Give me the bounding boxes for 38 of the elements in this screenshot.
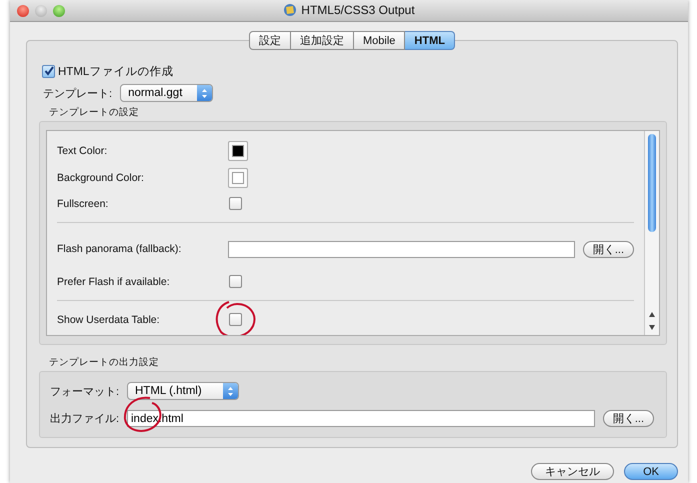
group-title: テンプレートの設定 [48,106,140,119]
color-well[interactable] [228,168,248,188]
tab[interactable]: 設定 [249,31,292,50]
checkbox[interactable] [229,197,242,210]
setting-label: Prefer Flash if available: [57,276,171,288]
tab[interactable]: 追加設定 [291,31,354,50]
template-label: テンプレート: [43,86,112,100]
format-label: フォーマット: [50,384,120,398]
checkbox-label: HTMLファイルの作成 [58,64,174,78]
open-button[interactable]: 開く... [582,240,634,258]
setting-label: Background Color: [57,172,145,184]
tab[interactable]: HTML [405,31,455,50]
dialog-button[interactable]: OK [624,463,678,480]
setting-label: Flash panorama (fallback): [57,243,182,255]
checkbox[interactable] [229,275,242,288]
group-title: テンプレートの出力設定 [48,356,160,369]
tab[interactable]: Mobile [354,31,406,50]
checkbox[interactable] [42,64,55,78]
dialog-button[interactable]: キャンセル [531,463,614,480]
stepper-icon [197,85,212,101]
checkbox[interactable] [229,313,242,326]
app-icon [283,3,298,17]
open-button[interactable]: 開く... [602,410,654,427]
color-well[interactable] [228,140,248,160]
template-dropdown[interactable]: normal.ggt [120,84,214,102]
setting-label: Fullscreen: [57,198,110,210]
zoom-button[interactable] [53,4,65,16]
scroll-thumb[interactable] [648,134,656,232]
scroll-bar[interactable] [644,131,659,335]
scroll-arrows-icon[interactable] [648,310,656,332]
setting-label: Text Color: [57,144,108,156]
file-path-field[interactable] [228,240,575,258]
output-file-label: 出力ファイル: [50,412,120,426]
setting-label: Show Userdata Table: [57,314,161,326]
format-dropdown[interactable]: HTML (.html) [127,382,239,400]
window-title: HTML5/CSS3 Output [301,3,415,17]
stepper-icon [223,383,238,399]
close-button[interactable] [17,4,29,16]
